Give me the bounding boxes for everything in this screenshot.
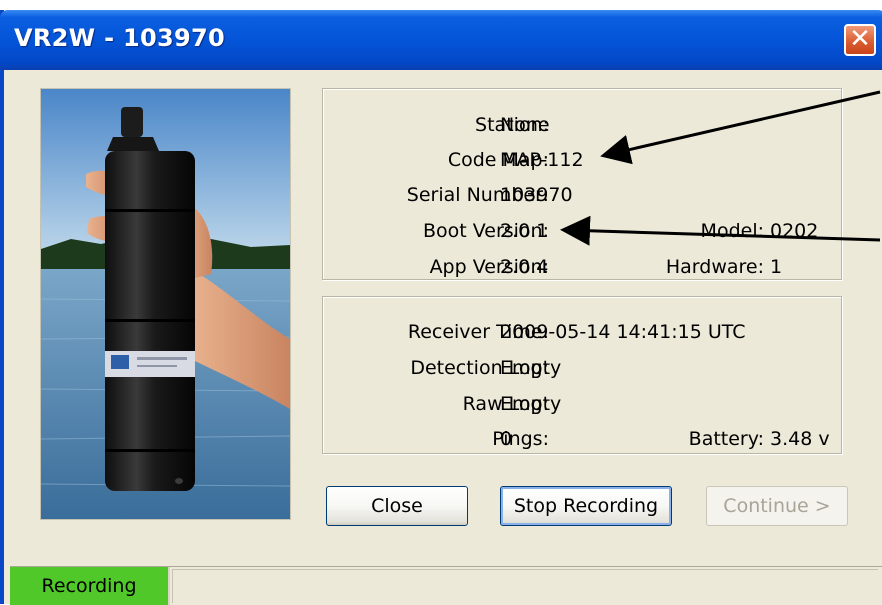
continue-button[interactable]: Continue > <box>706 486 848 526</box>
recording-status: Recording <box>10 567 170 605</box>
boot-version-value: 2.0.1 <box>500 220 549 242</box>
receiver-photo <box>40 88 291 520</box>
hardware-label: Hardware: <box>665 256 764 278</box>
serial-number-value: 103970 <box>500 184 573 206</box>
hardware-value: 1 <box>770 256 783 278</box>
info-panel <box>322 88 842 280</box>
receiver-time-value: 2009-05-14 14:41:15 UTC <box>500 321 746 343</box>
window-title: VR2W - 103970 <box>14 24 225 52</box>
raw-log-value: Empty <box>500 393 562 415</box>
battery-value: 3.48 v <box>770 428 830 450</box>
model-label: Model: <box>700 220 764 242</box>
detection-log-value: Empty <box>500 357 562 379</box>
pings-value: 0 <box>500 428 513 450</box>
battery-label: Battery: <box>688 428 764 450</box>
status-pane-empty <box>172 569 878 603</box>
code-map-value: MAP-112 <box>500 149 584 171</box>
close-icon[interactable]: ✕ <box>844 24 876 56</box>
app-version-value: 2.0.4 <box>500 256 549 278</box>
stop-recording-button[interactable]: Stop Recording <box>500 486 672 526</box>
station-value: None <box>500 114 550 136</box>
status-panel <box>322 296 842 454</box>
model-value: 0202 <box>770 220 819 242</box>
close-button[interactable]: Close <box>326 486 468 526</box>
title-bar[interactable]: VR2W - 103970 ✕ <box>0 10 882 70</box>
status-bar: Recording <box>10 566 882 605</box>
